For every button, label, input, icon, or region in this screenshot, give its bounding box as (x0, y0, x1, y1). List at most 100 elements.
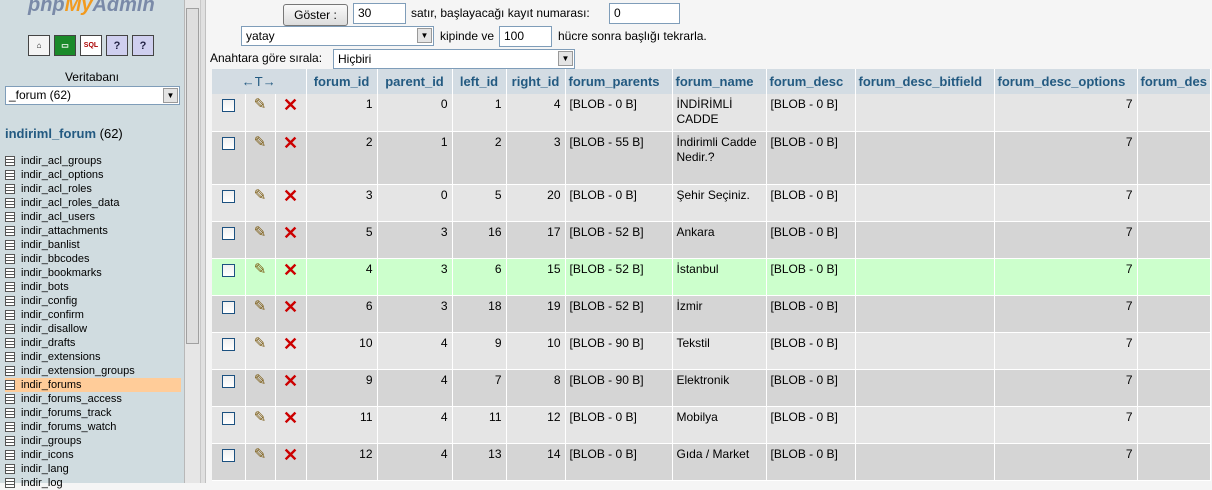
column-header[interactable]: parent_id (377, 69, 453, 94)
delete-cell[interactable]: ✕ (275, 131, 307, 185)
home-icon[interactable]: ⌂ (28, 35, 50, 56)
edit-cell[interactable]: ✎ (245, 94, 276, 132)
row-checkbox[interactable] (221, 337, 235, 351)
table-list-item[interactable]: indir_attachments (5, 224, 181, 238)
edit-pencil-icon[interactable]: ✎ (254, 336, 267, 351)
table-list-item[interactable]: indir_acl_roles_data (5, 196, 181, 210)
edit-pencil-icon[interactable]: ✎ (254, 447, 267, 462)
row-checkbox[interactable] (221, 99, 235, 112)
table-icon[interactable] (5, 366, 15, 376)
table-name[interactable]: indir_bots (21, 280, 69, 294)
rows-count-input[interactable]: 30 (353, 3, 406, 24)
phpmyadmin-logo[interactable]: phpMyAdmin (28, 0, 155, 17)
select-cell[interactable] (212, 332, 246, 370)
select-cell[interactable] (212, 258, 246, 296)
table-row[interactable]: ✎ ✕ 1 0 1 4 [BLOB - 0 B] İNDİRİMLİ CADDE [BLOB -… (212, 94, 1211, 132)
row-checkbox[interactable] (221, 136, 235, 150)
delete-x-icon[interactable]: ✕ (283, 187, 298, 205)
table-list-item[interactable]: indir_icons (5, 448, 181, 462)
table-list-item[interactable]: indir_lang (5, 462, 181, 476)
table-icon[interactable] (5, 240, 15, 250)
table-icon[interactable] (5, 268, 15, 278)
frame-divider[interactable] (201, 0, 206, 483)
table-list-item[interactable]: indir_extensions (5, 350, 181, 364)
show-button[interactable]: Göster : (283, 4, 348, 26)
table-row[interactable]: ✎ ✕ 9 4 7 8 [BLOB - 90 B] Elektronik [BLOB - 0 B… (212, 369, 1211, 407)
edit-pencil-icon[interactable]: ✎ (254, 188, 267, 203)
table-list-item[interactable]: indir_forums (5, 378, 181, 392)
edit-cell[interactable]: ✎ (245, 443, 276, 481)
column-header[interactable]: left_id (452, 69, 507, 94)
table-name[interactable]: indir_extensions (21, 350, 101, 364)
select-cell[interactable] (212, 184, 246, 222)
table-icon[interactable] (5, 226, 15, 236)
database-select[interactable]: _forum (62) ▼ (5, 86, 180, 105)
sort-key-select[interactable]: Hiçbiri ▼ (333, 49, 575, 69)
table-icon[interactable] (5, 380, 15, 390)
table-list-item[interactable]: indir_forums_track (5, 406, 181, 420)
table-icon[interactable] (5, 352, 15, 362)
table-name[interactable]: indir_lang (21, 462, 69, 476)
edit-cell[interactable]: ✎ (245, 295, 276, 333)
table-list-item[interactable]: indir_bbcodes (5, 252, 181, 266)
edit-pencil-icon[interactable]: ✎ (254, 373, 267, 388)
table-name[interactable]: indir_groups (21, 434, 82, 448)
delete-x-icon[interactable]: ✕ (283, 224, 298, 242)
table-name[interactable]: indir_drafts (21, 336, 75, 350)
table-name[interactable]: indir_extension_groups (21, 364, 135, 378)
scrollbar-thumb[interactable] (186, 8, 199, 344)
delete-x-icon[interactable]: ✕ (283, 335, 298, 353)
edit-cell[interactable]: ✎ (245, 131, 276, 185)
table-row[interactable]: ✎ ✕ 11 4 11 12 [BLOB - 0 B] Mobilya [BLOB - 0 B]… (212, 406, 1211, 444)
column-header[interactable]: right_id (506, 69, 566, 94)
table-icon[interactable] (5, 338, 15, 348)
table-name[interactable]: indir_log (21, 476, 63, 490)
table-icon[interactable] (5, 170, 15, 180)
delete-cell[interactable]: ✕ (275, 369, 307, 407)
table-list-item[interactable]: indir_groups (5, 434, 181, 448)
table-icon[interactable] (5, 310, 15, 320)
column-header[interactable]: forum_desc_bitfield (855, 69, 995, 94)
edit-cell[interactable]: ✎ (245, 332, 276, 370)
edit-pencil-icon[interactable]: ✎ (254, 97, 267, 112)
edit-pencil-icon[interactable]: ✎ (254, 410, 267, 425)
table-list-item[interactable]: indir_forums_watch (5, 420, 181, 434)
table-row[interactable]: ✎ ✕ 2 1 2 3 [BLOB - 55 B] İndirimli Cadde Nedir… (212, 131, 1211, 185)
table-name[interactable]: indir_bookmarks (21, 266, 102, 280)
edit-pencil-icon[interactable]: ✎ (254, 135, 267, 150)
table-row[interactable]: ✎ ✕ 3 0 5 20 [BLOB - 0 B] Şehir Seçiniz. [BLOB -… (212, 184, 1211, 222)
database-title[interactable]: indiriml_forum (62) (5, 126, 123, 141)
row-checkbox[interactable] (221, 300, 235, 314)
table-icon[interactable] (5, 296, 15, 306)
delete-x-icon[interactable]: ✕ (283, 134, 298, 152)
delete-cell[interactable]: ✕ (275, 443, 307, 481)
help-icon[interactable]: ? (132, 35, 154, 56)
delete-x-icon[interactable]: ✕ (283, 298, 298, 316)
table-icon[interactable] (5, 436, 15, 446)
table-list-item[interactable]: indir_disallow (5, 322, 181, 336)
table-name[interactable]: indir_acl_roles_data (21, 196, 119, 210)
delete-cell[interactable]: ✕ (275, 221, 307, 259)
delete-cell[interactable]: ✕ (275, 184, 307, 222)
table-list-item[interactable]: indir_config (5, 294, 181, 308)
resize-arrows-icon[interactable]: ←T→ (242, 74, 276, 89)
display-mode-select[interactable]: yatay ▼ (241, 26, 434, 46)
table-name[interactable]: indir_config (21, 294, 77, 308)
table-name[interactable]: indir_acl_users (21, 210, 95, 224)
select-cell[interactable] (212, 443, 246, 481)
delete-cell[interactable]: ✕ (275, 295, 307, 333)
table-icon[interactable] (5, 394, 15, 404)
select-cell[interactable] (212, 406, 246, 444)
select-cell[interactable] (212, 131, 246, 185)
table-icon[interactable] (5, 324, 15, 334)
edit-cell[interactable]: ✎ (245, 406, 276, 444)
row-checkbox[interactable] (221, 374, 235, 388)
table-list-item[interactable]: indir_banlist (5, 238, 181, 252)
edit-cell[interactable]: ✎ (245, 369, 276, 407)
table-list-item[interactable]: indir_acl_users (5, 210, 181, 224)
table-name[interactable]: indir_disallow (21, 322, 87, 336)
delete-cell[interactable]: ✕ (275, 94, 307, 132)
delete-cell[interactable]: ✕ (275, 406, 307, 444)
select-cell[interactable] (212, 94, 246, 132)
table-row[interactable]: ✎ ✕ 10 4 9 10 [BLOB - 90 B] Tekstil [BLOB - 0 B]… (212, 332, 1211, 370)
